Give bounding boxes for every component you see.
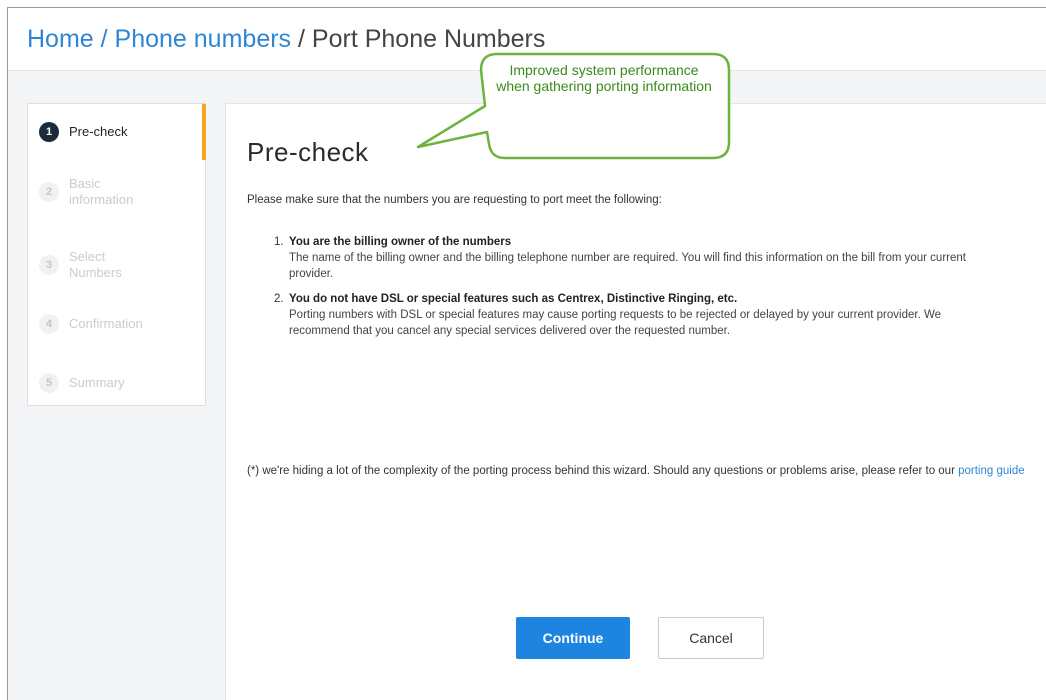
- step-select-numbers[interactable]: 3 Select Numbers: [28, 240, 205, 290]
- step-confirmation[interactable]: 4 Confirmation: [28, 299, 205, 349]
- page-title: Pre-check: [247, 137, 369, 167]
- main-panel: Pre-check Please make sure that the numb…: [225, 103, 1046, 700]
- active-step-indicator: [202, 104, 206, 160]
- step-label: Confirmation: [69, 316, 143, 331]
- callout-text: Improved system performance when gatheri…: [496, 62, 712, 94]
- list-item: 2. You do not have DSL or special featur…: [274, 291, 994, 339]
- step-number-badge: 4: [39, 314, 59, 334]
- step-number-badge: 1: [39, 122, 59, 142]
- intro-text: Please make sure that the numbers you ar…: [247, 194, 662, 206]
- step-basic-information[interactable]: 2 Basic information: [28, 164, 205, 220]
- requirement-title: You are the billing owner of the numbers: [289, 236, 512, 248]
- step-number-badge: 5: [39, 373, 59, 393]
- step-pre-check[interactable]: 1 Pre-check: [28, 104, 206, 160]
- step-label: Basic information: [69, 176, 134, 207]
- footnote-text: (*) we're hiding a lot of the complexity…: [247, 465, 955, 477]
- continue-button[interactable]: Continue: [516, 617, 630, 659]
- step-number-badge: 3: [39, 255, 59, 275]
- requirement-body: Porting numbers with DSL or special feat…: [289, 309, 941, 337]
- footnote: (*) we're hiding a lot of the complexity…: [247, 463, 1037, 480]
- breadcrumb: Home / Phone numbers / Port Phone Number…: [27, 24, 545, 54]
- breadcrumb-separator: /: [100, 25, 108, 53]
- step-label: Pre-check: [69, 124, 128, 139]
- list-item-number: 1.: [274, 236, 284, 248]
- requirement-body: The name of the billing owner and the bi…: [289, 252, 966, 280]
- breadcrumb-separator: /: [298, 25, 305, 53]
- requirement-title: You do not have DSL or special features …: [289, 293, 738, 305]
- step-number-badge: 2: [39, 182, 59, 202]
- step-summary[interactable]: 5 Summary: [28, 358, 205, 408]
- step-label: Select Numbers: [69, 249, 122, 280]
- breadcrumb-phone-numbers-link[interactable]: Phone numbers: [115, 25, 292, 53]
- step-label: Summary: [69, 375, 125, 390]
- requirements-list: 1. You are the billing owner of the numb…: [274, 234, 994, 348]
- cancel-button[interactable]: Cancel: [658, 617, 764, 659]
- list-item-number: 2.: [274, 293, 284, 305]
- list-item: 1. You are the billing owner of the numb…: [274, 234, 994, 282]
- porting-guide-link[interactable]: porting guide: [958, 465, 1025, 477]
- breadcrumb-current: Port Phone Numbers: [311, 25, 546, 53]
- breadcrumb-home-link[interactable]: Home: [27, 25, 94, 53]
- wizard-steps: 1 Pre-check 2 Basic information 3 Select…: [27, 103, 206, 406]
